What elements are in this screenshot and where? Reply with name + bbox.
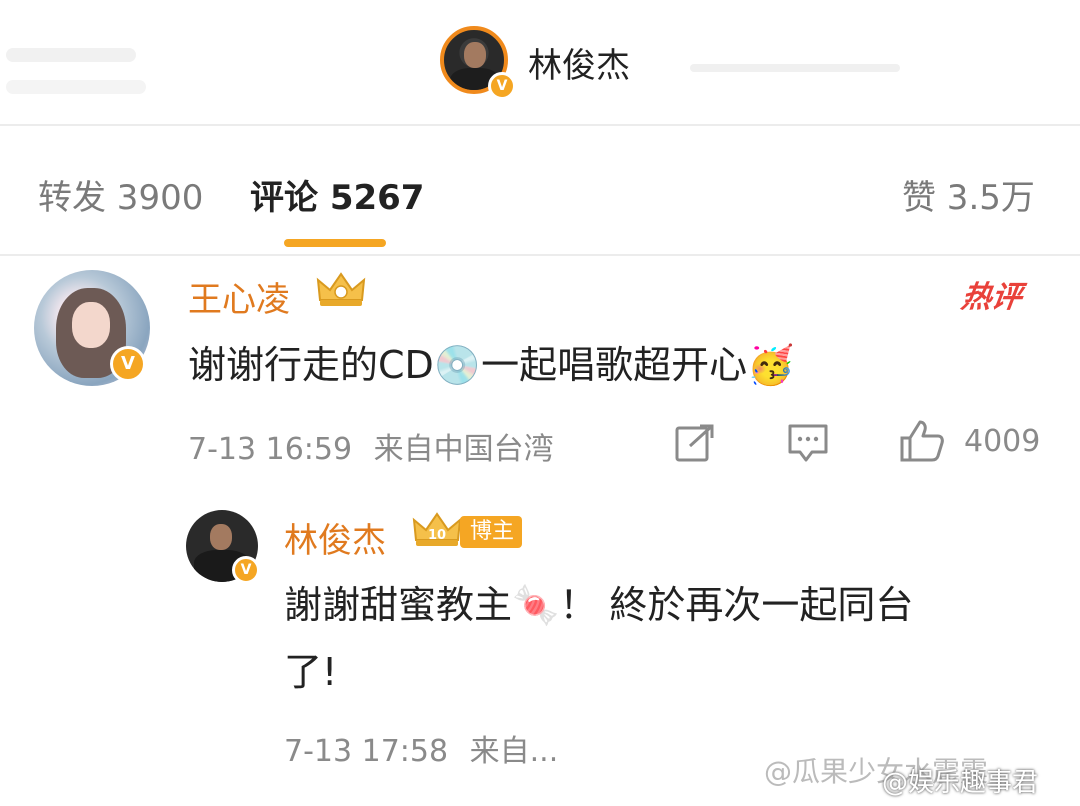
comment-icon[interactable] xyxy=(786,422,830,464)
author-name[interactable]: 林俊杰 xyxy=(528,38,630,87)
tab-comments[interactable]: 评论 5267 xyxy=(250,170,424,219)
crown-icon xyxy=(316,272,366,306)
reply-location: 来自... xyxy=(469,734,559,769)
watermark: @娱乐趣事君 xyxy=(882,768,1039,798)
hot-comment-badge: 热评 xyxy=(959,280,1024,315)
blogger-badge: 博主 xyxy=(460,516,523,548)
verified-icon: V xyxy=(232,556,260,584)
comment-time: 7-13 16:59 xyxy=(188,432,353,467)
replier-name[interactable]: 林俊杰 xyxy=(284,513,386,562)
divider xyxy=(0,254,1080,256)
commenter-name[interactable]: 王心凌 xyxy=(188,272,290,321)
comment-meta: 7-13 16:59 来自中国台湾 xyxy=(188,424,554,468)
tab-likes[interactable]: 赞 3.5万 xyxy=(902,170,1035,219)
blurred-element xyxy=(6,80,146,94)
crown-icon: 10 xyxy=(412,512,462,546)
active-tab-indicator xyxy=(284,239,386,247)
like-count: 4009 xyxy=(964,424,1041,459)
crown-level: 10 xyxy=(428,528,446,543)
blurred-element xyxy=(6,48,136,62)
reply-text-line1: 謝謝甜蜜教主🍬！ 終於再次一起同台 xyxy=(284,583,914,627)
verified-icon: V xyxy=(488,72,516,100)
reply-text-line2: 了! xyxy=(284,650,338,694)
reply-time: 7-13 17:58 xyxy=(284,734,449,769)
comment-text: 谢谢行走的CD💿一起唱歌超开心🥳 xyxy=(188,343,795,387)
reply-meta: 7-13 17:58 来自... xyxy=(284,726,558,770)
comment-location: 来自中国台湾 xyxy=(373,432,554,467)
thumbs-up-icon[interactable] xyxy=(898,418,946,464)
verified-icon: V xyxy=(110,346,146,382)
blurred-element xyxy=(690,64,900,72)
tab-reposts[interactable]: 转发 3900 xyxy=(38,170,203,219)
share-icon[interactable] xyxy=(674,422,716,464)
